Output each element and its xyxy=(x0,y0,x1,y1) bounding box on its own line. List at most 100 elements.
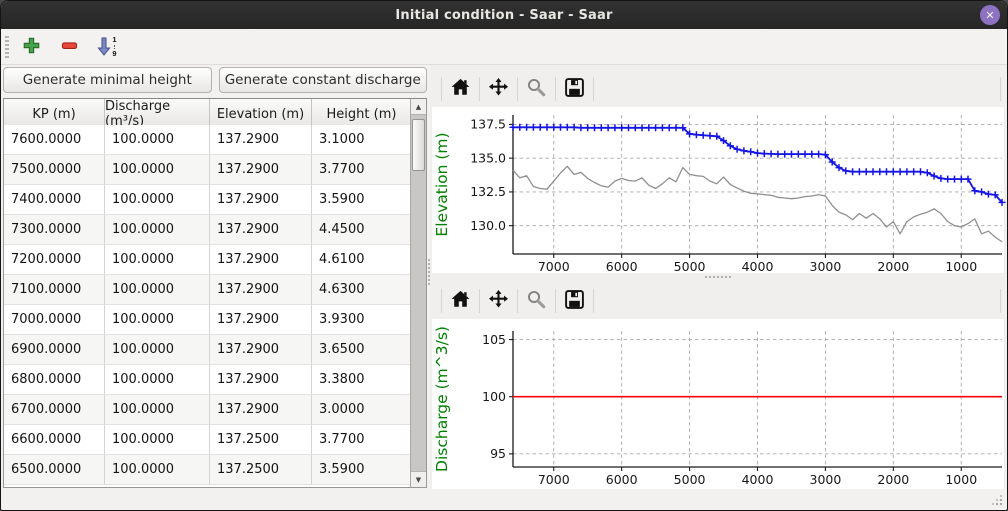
table-cell[interactable]: 3.9300 xyxy=(312,305,410,335)
close-button[interactable]: ✕ xyxy=(980,5,1000,25)
plot-splitter-handle[interactable] xyxy=(705,276,731,278)
table-cell[interactable]: 100.0000 xyxy=(105,215,210,245)
table-cell[interactable]: 4.4500 xyxy=(312,215,410,245)
toolbar-separator xyxy=(555,77,556,101)
add-row-button[interactable] xyxy=(16,33,46,61)
table-scrollbar[interactable]: ▲ ▼ xyxy=(410,99,426,487)
table-cell[interactable]: 7300.0000 xyxy=(4,215,105,245)
elevation-plot-canvas[interactable]: 7000600050004000300020001000130.0132.513… xyxy=(432,107,1004,273)
table-cell[interactable]: 100.0000 xyxy=(105,275,210,305)
pan-button[interactable] xyxy=(483,286,514,316)
table-cell[interactable]: 100.0000 xyxy=(105,395,210,425)
y-axis-label: Elevation (m) xyxy=(433,132,451,236)
table-cell[interactable]: 137.2900 xyxy=(210,155,312,185)
table-cell[interactable]: 7600.0000 xyxy=(4,125,105,155)
elevation-chart: 7000600050004000300020001000130.0132.513… xyxy=(432,107,1006,273)
sort-rows-button[interactable]: 1 9 xyxy=(92,33,122,61)
table-cell[interactable]: 7400.0000 xyxy=(4,185,105,215)
table-row: 6900.0000100.0000137.29003.6500 xyxy=(4,335,410,365)
plus-icon xyxy=(23,37,40,57)
table-cell[interactable]: 100.0000 xyxy=(105,185,210,215)
table-cell[interactable]: 3.6500 xyxy=(312,335,410,365)
table-cell[interactable]: 100.0000 xyxy=(105,335,210,365)
home-button[interactable] xyxy=(445,286,476,316)
table-cell[interactable]: 137.2900 xyxy=(210,125,312,155)
table-cell[interactable]: 137.2500 xyxy=(210,455,312,485)
table-cell[interactable]: 7100.0000 xyxy=(4,275,105,305)
table-cell[interactable]: 3.7700 xyxy=(312,425,410,455)
table-cell[interactable]: 3.7700 xyxy=(312,155,410,185)
table-cell[interactable]: 100.0000 xyxy=(105,125,210,155)
toolbar-separator xyxy=(593,77,594,101)
scroll-down-button[interactable]: ▼ xyxy=(411,471,426,487)
status-bar xyxy=(1,489,1007,510)
home-icon xyxy=(450,77,471,101)
table-cell[interactable]: 100.0000 xyxy=(105,305,210,335)
save-button[interactable] xyxy=(559,74,590,104)
table-cell[interactable]: 3.5900 xyxy=(312,185,410,215)
gridlines xyxy=(513,115,1002,254)
toolbar-separator xyxy=(1000,77,1001,101)
table-cell[interactable]: 4.6300 xyxy=(312,275,410,305)
table-cell[interactable]: 6900.0000 xyxy=(4,335,105,365)
resize-grip-icon[interactable] xyxy=(1000,503,1002,505)
generate-constant-discharge-button[interactable]: Generate constant discharge xyxy=(219,67,428,93)
table-cell[interactable]: 100.0000 xyxy=(105,365,210,395)
discharge-plot-canvas[interactable]: 700060005000400030002000100095100105Disc… xyxy=(432,319,1004,489)
scroll-up-button[interactable]: ▲ xyxy=(411,99,426,115)
table-cell[interactable]: 100.0000 xyxy=(105,455,210,485)
table-cell[interactable]: 100.0000 xyxy=(105,245,210,275)
scrollbar-thumb[interactable] xyxy=(412,119,425,171)
table-cell[interactable]: 6600.0000 xyxy=(4,425,105,455)
table-cell[interactable]: 3.5900 xyxy=(312,455,410,485)
save-button[interactable] xyxy=(559,286,590,316)
table-cell[interactable]: 3.3800 xyxy=(312,365,410,395)
table-cell[interactable]: 7200.0000 xyxy=(4,245,105,275)
table-cell[interactable]: 137.2900 xyxy=(210,365,312,395)
table-cell[interactable]: 137.2900 xyxy=(210,215,312,245)
titlebar[interactable]: Initial condition - Saar - Saar ✕ xyxy=(1,1,1007,29)
window-title: Initial condition - Saar - Saar xyxy=(395,8,612,23)
bed-elevation-line xyxy=(513,166,1002,242)
table-row: 6600.0000100.0000137.25003.7700 xyxy=(4,425,410,455)
toolbar-grip[interactable] xyxy=(5,36,9,58)
zoom-button[interactable] xyxy=(521,74,552,104)
y-tick-label: 137.5 xyxy=(470,117,506,132)
zoom-button[interactable] xyxy=(521,286,552,316)
water-surface-elevation-line xyxy=(513,127,1002,202)
table-cell[interactable]: 6800.0000 xyxy=(4,365,105,395)
table-cell[interactable]: 100.0000 xyxy=(105,425,210,455)
table-cell[interactable]: 137.2900 xyxy=(210,305,312,335)
y-axis-label: Discharge (m^3/s) xyxy=(433,326,451,472)
home-button[interactable] xyxy=(445,74,476,104)
remove-row-button[interactable] xyxy=(54,33,84,61)
table-cell[interactable]: 100.0000 xyxy=(105,155,210,185)
table-cell[interactable]: 6700.0000 xyxy=(4,395,105,425)
table-cell[interactable]: 4.6100 xyxy=(312,245,410,275)
generate-minimal-height-button[interactable]: Generate minimal height xyxy=(3,67,212,93)
table-cell[interactable]: 137.2900 xyxy=(210,275,312,305)
table-row: 7300.0000100.0000137.29004.4500 xyxy=(4,215,410,245)
y-tick-label: 105 xyxy=(482,332,506,347)
table-row: 7600.0000100.0000137.29003.1000 xyxy=(4,125,410,155)
sort-digits: 1 9 xyxy=(112,36,116,57)
table-cell[interactable]: 137.2900 xyxy=(210,185,312,215)
pan-button[interactable] xyxy=(483,74,514,104)
zoom-icon xyxy=(526,289,547,313)
table-cell[interactable]: 137.2500 xyxy=(210,425,312,455)
save-icon xyxy=(564,289,585,313)
table-cell[interactable]: 7500.0000 xyxy=(4,155,105,185)
table-cell[interactable]: 137.2900 xyxy=(210,335,312,365)
x-tick-label: 3000 xyxy=(810,259,842,273)
table-cell[interactable]: 137.2900 xyxy=(210,395,312,425)
y-tick-label: 100 xyxy=(482,389,506,404)
table-cell[interactable]: 3.0000 xyxy=(312,395,410,425)
table-cell[interactable]: 6500.0000 xyxy=(4,455,105,485)
table-cell[interactable]: 137.2900 xyxy=(210,245,312,275)
pan-icon xyxy=(488,289,509,313)
table-cell[interactable]: 3.1000 xyxy=(312,125,410,155)
main-toolbar: 1 9 xyxy=(1,29,1007,65)
table-cell[interactable]: 7000.0000 xyxy=(4,305,105,335)
table-row: 6800.0000100.0000137.29003.3800 xyxy=(4,365,410,395)
discharge-chart: 700060005000400030002000100095100105Disc… xyxy=(432,319,1006,489)
